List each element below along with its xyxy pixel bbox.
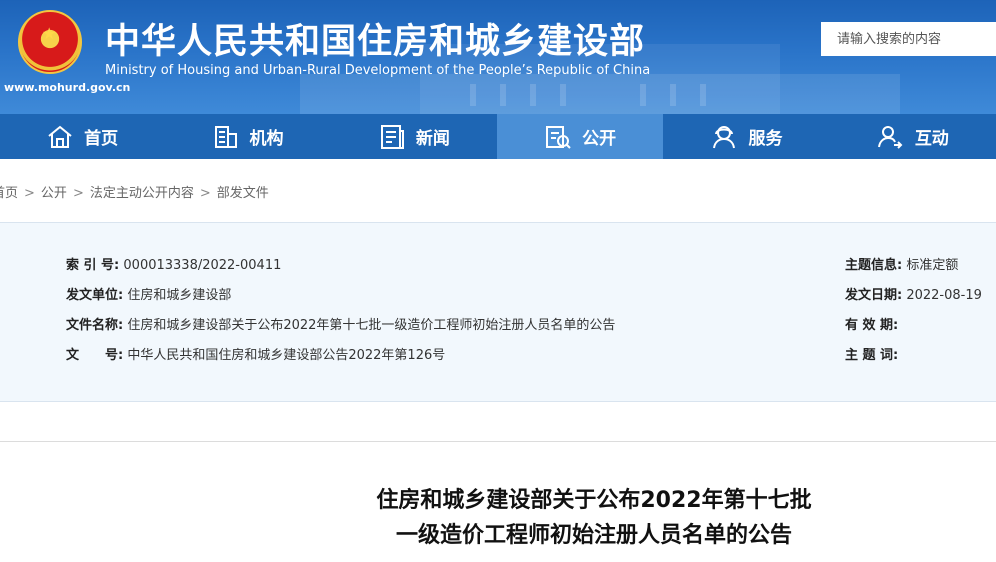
breadcrumb-link-disclosure[interactable]: 公开 <box>41 186 67 201</box>
nav-item-label: 新闻 <box>415 129 450 149</box>
header-background-window <box>470 84 476 106</box>
breadcrumb-link-home[interactable]: 首页 <box>0 186 18 201</box>
nav-item-label: 服务 <box>748 129 783 149</box>
meta-docno-row: 文 号: 中华人民共和国住房和城乡建设部公告2022年第126号 <box>66 344 445 363</box>
nav-item-disclosure[interactable]: 公开 <box>497 114 664 159</box>
meta-issuer-label: 发文单位: <box>66 288 124 303</box>
article-title: 住房和城乡建设部关于公布2022年第十七批 一级造价工程师初始注册人员名单的公告 <box>0 483 996 553</box>
news-icon <box>378 123 406 151</box>
meta-date-value: 2022-08-19 <box>906 288 982 303</box>
meta-index-label: 索 引 号: <box>66 258 120 273</box>
meta-topic-row: 主题信息: 标准定额 <box>845 254 958 273</box>
meta-validity-label: 有 效 期: <box>845 318 899 333</box>
article-title-line: 一级造价工程师初始注册人员名单的公告 <box>395 523 792 548</box>
nav-item-news[interactable]: 新闻 <box>331 114 497 159</box>
meta-date-row: 发文日期: 2022-08-19 <box>845 284 982 303</box>
nav-item-label: 机构 <box>249 129 284 149</box>
header-background-window <box>640 84 646 106</box>
meta-issuer-row: 发文单位: 住房和城乡建设部 <box>66 284 231 303</box>
breadcrumb-separator: > <box>24 186 35 201</box>
header-background-window <box>560 84 566 106</box>
home-icon <box>46 123 74 151</box>
header-background-window <box>530 84 536 106</box>
building-icon <box>212 123 240 151</box>
disclosure-icon <box>544 123 572 151</box>
meta-keywords-row: 主 题 词: <box>845 344 902 363</box>
meta-topic-label: 主题信息: <box>845 258 903 273</box>
nav-item-service[interactable]: 服务 <box>663 114 829 159</box>
header-background-window <box>670 84 676 106</box>
site-title[interactable]: 中华人民共和国住房和城乡建设部 <box>105 13 645 64</box>
meta-name-row: 文件名称: 住房和城乡建设部关于公布2022年第十七批一级造价工程师初始注册人员… <box>66 314 615 333</box>
article-title-line: 住房和城乡建设部关于公布2022年第十七批 <box>376 488 812 513</box>
breadcrumb-link-statutory[interactable]: 法定主动公开内容 <box>90 186 194 201</box>
header-background-building <box>300 74 900 114</box>
meta-docno-value: 中华人民共和国住房和城乡建设部公告2022年第126号 <box>127 348 446 363</box>
header-background-window <box>500 84 506 106</box>
nav-item-label: 首页 <box>84 129 119 149</box>
nav-item-label: 互动 <box>914 129 949 149</box>
site-subtitle: Ministry of Housing and Urban-Rural Deve… <box>105 63 651 78</box>
meta-docno-label: 文 号: <box>66 348 124 363</box>
breadcrumb-separator: > <box>199 186 211 201</box>
breadcrumb-separator: > <box>72 186 84 201</box>
interact-icon <box>877 123 905 151</box>
meta-name-value: 住房和城乡建设部关于公布2022年第十七批一级造价工程师初始注册人员名单的公告 <box>127 318 616 333</box>
meta-topic-value: 标准定额 <box>906 258 959 273</box>
national-emblem-icon[interactable]: ★ <box>18 10 82 74</box>
search-input[interactable] <box>821 22 996 56</box>
meta-index-row: 索 引 号: 000013338/2022-00411 <box>66 254 281 273</box>
nav-item-organization[interactable]: 机构 <box>164 114 330 159</box>
header-background-window <box>700 84 706 106</box>
meta-index-value: 000013338/2022-00411 <box>123 258 282 273</box>
meta-date-label: 发文日期: <box>845 288 903 303</box>
service-icon <box>710 123 738 151</box>
breadcrumb: 首页 > 公开 > 法定主动公开内容 > 部发文件 <box>0 182 269 201</box>
site-header: ★ 中华人民共和国住房和城乡建设部 Ministry of Housing an… <box>0 0 996 114</box>
breadcrumb-link-documents[interactable]: 部发文件 <box>217 186 269 201</box>
nav-item-interact[interactable]: 互动 <box>830 114 996 159</box>
meta-validity-row: 有 效 期: <box>845 314 902 333</box>
divider <box>0 441 996 442</box>
meta-name-label: 文件名称: <box>66 318 124 333</box>
site-url: www.mohurd.gov.cn <box>4 81 131 94</box>
nav-item-label: 公开 <box>582 129 617 149</box>
meta-issuer-value: 住房和城乡建设部 <box>127 288 232 303</box>
nav-item-home[interactable]: 首页 <box>0 114 164 159</box>
document-meta-panel: 索 引 号: 000013338/2022-00411 发文单位: 住房和城乡建… <box>0 222 996 402</box>
meta-keywords-label: 主 题 词: <box>845 348 899 363</box>
main-nav: 首页 机构 新闻 公开 服务 互动 <box>0 114 996 159</box>
